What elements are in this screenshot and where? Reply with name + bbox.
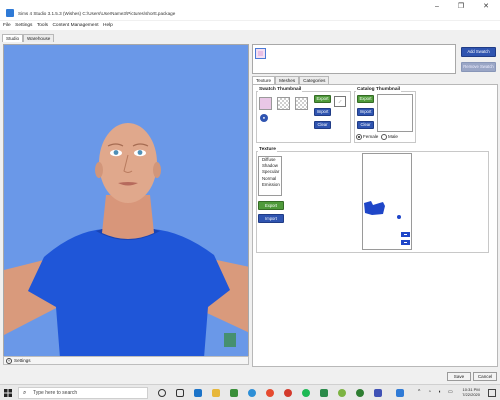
texture-type-list[interactable]: Diffuse Shadow Specular Normal Emission <box>258 156 282 196</box>
title-bar: Sims 4 Studio 3.1.5.3 (Wishes) C:\Users\… <box>0 0 500 20</box>
system-tray-chevron-icon[interactable]: ^ <box>418 389 420 395</box>
dropper-icon[interactable]: ⟋ <box>334 96 346 107</box>
catalog-import-button[interactable]: Import <box>357 108 374 116</box>
catalog-clear-button[interactable]: Clear <box>357 121 374 129</box>
opera-icon[interactable] <box>284 389 292 397</box>
task-view-icon[interactable] <box>176 389 184 397</box>
swatch-clear-button[interactable]: Clear <box>314 121 331 129</box>
menu-help[interactable]: Help <box>103 21 113 30</box>
tab-studio[interactable]: Studio <box>2 34 24 42</box>
swatch-import-button[interactable]: Import <box>314 108 331 116</box>
add-swatch-button[interactable]: Add Swatch <box>461 47 496 57</box>
texture-panel: Swatch Thumbnail ● Export Import Clear ⟋… <box>252 84 498 367</box>
top-tabs: Studio Warehouse <box>2 34 55 42</box>
tab-categories[interactable]: Categories <box>299 76 330 84</box>
app-icon-dark-green[interactable] <box>356 389 364 397</box>
catalog-thumbnail-preview[interactable] <box>377 94 413 132</box>
settings-label: Settings <box>14 358 31 363</box>
spotify-icon[interactable] <box>302 389 310 397</box>
maximize-button[interactable]: ❐ <box>450 0 472 14</box>
catalog-export-button[interactable]: Export <box>357 95 374 103</box>
window-title: Sims 4 Studio 3.1.5.3 (Wishes) C:\Users\… <box>18 11 176 16</box>
swatch-thumbnail-slot-3[interactable] <box>295 97 308 110</box>
menu-content-management[interactable]: Content Management <box>52 21 98 30</box>
app-icon-lime[interactable] <box>338 389 346 397</box>
viewport-overlay-badge[interactable] <box>224 333 236 347</box>
notifications-icon[interactable] <box>488 389 496 397</box>
save-button[interactable]: Save <box>447 372 471 381</box>
tab-meshes[interactable]: Meshes <box>275 76 300 84</box>
sims4studio-taskbar-icon[interactable] <box>396 389 404 397</box>
windows-taskbar: ⌕ Type here to search ^ ◔ ◖ ▭ 10:31 PM 7… <box>0 384 500 400</box>
clock-date: 7/22/2020 <box>462 392 480 397</box>
cortana-icon[interactable] <box>158 389 166 397</box>
female-radio[interactable] <box>356 134 362 140</box>
texture-import-button[interactable]: Import <box>258 214 284 223</box>
swatch-thumbnail-preview[interactable] <box>259 97 272 110</box>
menu-settings[interactable]: Settings <box>15 21 32 30</box>
network-icon[interactable]: ◔ <box>428 389 431 395</box>
app-window: Sims 4 Studio 3.1.5.3 (Wishes) C:\Users\… <box>0 0 500 400</box>
male-label: Male <box>388 134 398 139</box>
sim-model-render <box>4 123 248 356</box>
cancel-button[interactable]: Cancel <box>473 372 497 381</box>
app-icon-green[interactable] <box>320 389 328 397</box>
sim-right-ear <box>153 162 161 178</box>
texture-item-specular[interactable]: Specular <box>259 169 281 175</box>
female-label: Female <box>363 134 379 139</box>
texture-title: Texture <box>258 147 277 152</box>
windows-start-icon[interactable] <box>4 389 12 397</box>
chevron-down-icon[interactable]: ˅ <box>6 358 12 364</box>
taskbar-search-placeholder: Type here to search <box>33 390 78 396</box>
tab-warehouse[interactable]: Warehouse <box>23 34 55 42</box>
model-viewport[interactable] <box>3 44 249 357</box>
selected-swatch[interactable] <box>255 48 266 59</box>
menu-file[interactable]: File <box>3 21 11 30</box>
swatch-thumbnail-title: Swatch Thumbnail <box>258 87 303 92</box>
menu-bar: File Settings Tools Content Management H… <box>0 21 500 30</box>
close-button[interactable]: ✕ <box>475 0 497 14</box>
sims4studio-app-icon <box>6 9 14 17</box>
minimize-button[interactable]: – <box>426 0 448 14</box>
male-radio[interactable] <box>381 134 387 140</box>
app-icon-indigo[interactable] <box>374 389 382 397</box>
taskbar-search-box[interactable]: ⌕ Type here to search <box>18 387 148 399</box>
texture-preview[interactable] <box>362 153 412 250</box>
search-icon: ⌕ <box>23 390 27 396</box>
viewport-settings-bar[interactable]: ˅ Settings <box>3 356 249 365</box>
tab-texture[interactable]: Texture <box>252 76 276 84</box>
uv-texture-map <box>364 201 410 245</box>
taskbar-clock[interactable]: 10:31 PM 7/22/2020 <box>462 387 480 397</box>
sub-tabs: Texture Meshes Categories <box>252 76 330 84</box>
browser-icon[interactable] <box>248 389 256 397</box>
texture-export-button[interactable]: Export <box>258 201 284 210</box>
edge-icon[interactable] <box>194 389 202 397</box>
color-picker-icon[interactable]: ● <box>260 114 268 122</box>
store-icon[interactable] <box>230 389 238 397</box>
swatch-strip[interactable] <box>252 44 456 74</box>
chrome-icon[interactable] <box>266 389 274 397</box>
volume-icon[interactable]: ◖ <box>438 389 441 395</box>
sim-right-iris <box>137 150 143 155</box>
file-explorer-icon[interactable] <box>212 389 220 397</box>
sim-left-iris <box>113 150 119 155</box>
texture-item-emission[interactable]: Emission <box>259 182 281 188</box>
swatch-thumbnail-slot-2[interactable] <box>277 97 290 110</box>
remove-swatch-button[interactable]: Remove Swatch <box>461 62 496 72</box>
swatch-export-button[interactable]: Export <box>314 95 331 103</box>
sim-left-ear <box>95 162 103 178</box>
catalog-thumbnail-title: Catalog Thumbnail <box>356 87 402 92</box>
battery-icon[interactable]: ▭ <box>448 389 453 395</box>
sim-shirt <box>28 229 230 356</box>
sim-head <box>99 123 157 203</box>
menu-tools[interactable]: Tools <box>37 21 48 30</box>
